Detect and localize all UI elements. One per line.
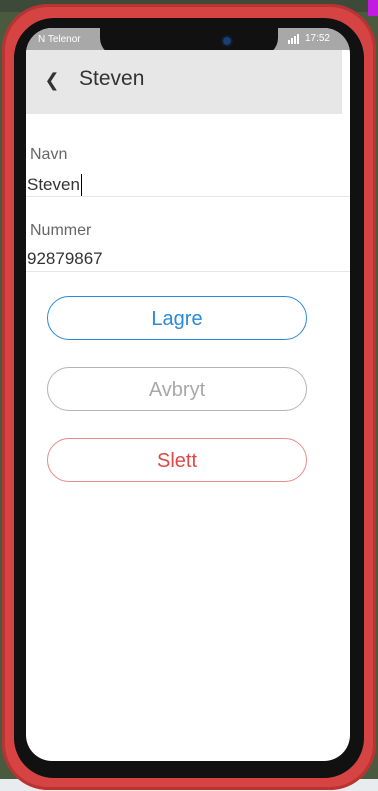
text-cursor: [80, 174, 82, 196]
name-value: Steven: [27, 175, 80, 194]
camera-icon: [223, 37, 231, 45]
signal-icon: [287, 33, 299, 44]
carrier-label: N Telenor: [38, 34, 81, 45]
name-field[interactable]: Steven: [27, 174, 82, 196]
delete-button[interactable]: Slett: [47, 438, 307, 482]
name-label: Navn: [30, 146, 68, 163]
number-field[interactable]: 92879867: [27, 249, 103, 269]
field-divider: [26, 196, 350, 197]
navigation-bar: ❮ Steven: [26, 50, 342, 114]
status-time: 17:52: [304, 33, 330, 44]
cancel-button[interactable]: Avbryt: [47, 367, 307, 411]
background-accent: [368, 0, 378, 16]
status-indicators: 17:52: [287, 33, 330, 44]
phone-screen: N Telenor 17:52 ❮ Steven Navn Steven Num…: [26, 28, 350, 761]
field-divider: [26, 271, 350, 272]
back-chevron-icon[interactable]: ❮: [42, 70, 62, 90]
number-label: Nummer: [30, 222, 92, 239]
page-title: Steven: [79, 67, 145, 90]
save-button[interactable]: Lagre: [47, 296, 307, 340]
